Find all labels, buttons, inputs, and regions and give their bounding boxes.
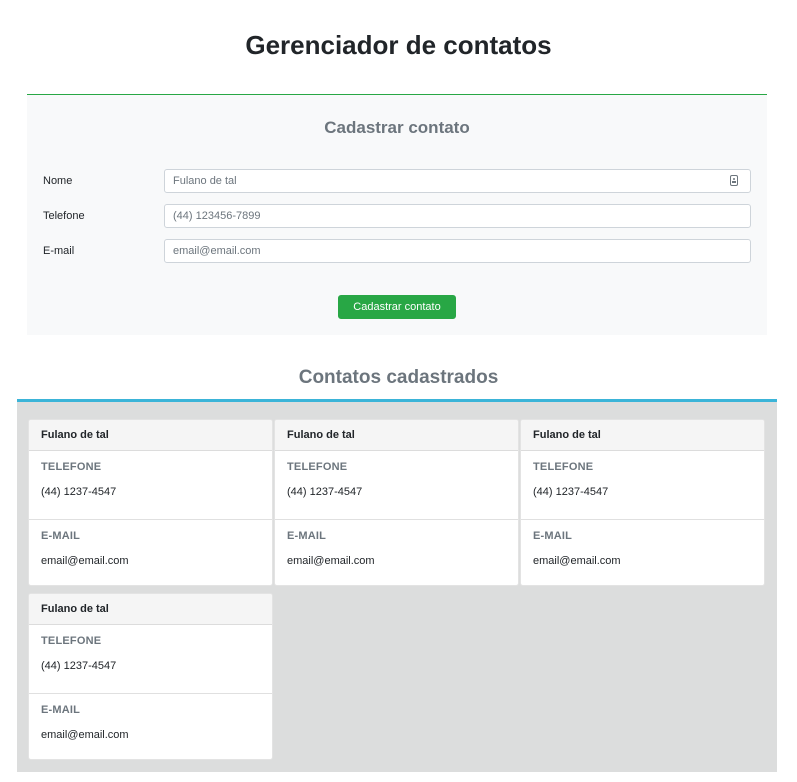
contact-email: email@email.com [41, 555, 129, 567]
email-input[interactable] [164, 239, 751, 263]
contact-name: Fulano de tal [275, 420, 518, 451]
contact-card: Fulano de tal TELEFONE (44) 1237-4547 E-… [28, 593, 273, 760]
contact-name: Fulano de tal [29, 594, 272, 625]
contact-card: Fulano de tal TELEFONE (44) 1237-4547 E-… [28, 419, 273, 586]
contact-email: email@email.com [41, 729, 129, 741]
phone-field-label: TELEFONE [41, 635, 102, 647]
contact-name: Fulano de tal [29, 420, 272, 451]
contact-phone-section: TELEFONE (44) 1237-4547 [29, 625, 272, 693]
phone-input[interactable] [164, 204, 751, 228]
contact-phone: (44) 1237-4547 [41, 660, 117, 672]
contact-phone: (44) 1237-4547 [41, 486, 117, 498]
name-label: Nome [43, 175, 73, 187]
contact-email: email@email.com [533, 555, 621, 567]
contact-phone-section: TELEFONE (44) 1237-4547 [521, 451, 764, 519]
form-title: Cadastrar contato [324, 118, 470, 137]
contact-card: Fulano de tal TELEFONE (44) 1237-4547 E-… [274, 419, 519, 586]
contact-phone-section: TELEFONE (44) 1237-4547 [275, 451, 518, 519]
email-field-label: E-MAIL [41, 704, 81, 716]
contact-card: Fulano de tal TELEFONE (44) 1237-4547 E-… [520, 419, 765, 586]
email-field-label: E-MAIL [41, 530, 81, 542]
name-input[interactable] [164, 169, 751, 193]
email-field-label: E-MAIL [533, 530, 573, 542]
contacts-list: Fulano de tal TELEFONE (44) 1237-4547 E-… [17, 399, 777, 772]
contact-phone: (44) 1237-4547 [533, 486, 609, 498]
submit-contact-button[interactable]: Cadastrar contato [338, 295, 456, 319]
contact-email-section: E-MAIL email@email.com [29, 519, 272, 585]
contact-email-section: E-MAIL email@email.com [29, 693, 272, 759]
page-title: Gerenciador de contatos [245, 30, 552, 60]
phone-label: Telefone [43, 210, 85, 222]
contact-email-section: E-MAIL email@email.com [275, 519, 518, 585]
contact-name: Fulano de tal [521, 420, 764, 451]
contacts-section-title: Contatos cadastrados [298, 367, 499, 388]
contact-email-section: E-MAIL email@email.com [521, 519, 764, 585]
email-field-label: E-MAIL [287, 530, 327, 542]
email-label: E-mail [43, 245, 75, 257]
contact-email: email@email.com [287, 555, 375, 567]
contact-phone: (44) 1237-4547 [287, 486, 363, 498]
phone-field-label: TELEFONE [41, 461, 102, 473]
phone-field-label: TELEFONE [533, 461, 594, 473]
phone-field-label: TELEFONE [287, 461, 348, 473]
contact-form-panel: Cadastrar contato Nome Telefone E-mail C… [27, 94, 767, 335]
contact-card-icon[interactable] [730, 175, 738, 186]
contact-phone-section: TELEFONE (44) 1237-4547 [29, 451, 272, 519]
